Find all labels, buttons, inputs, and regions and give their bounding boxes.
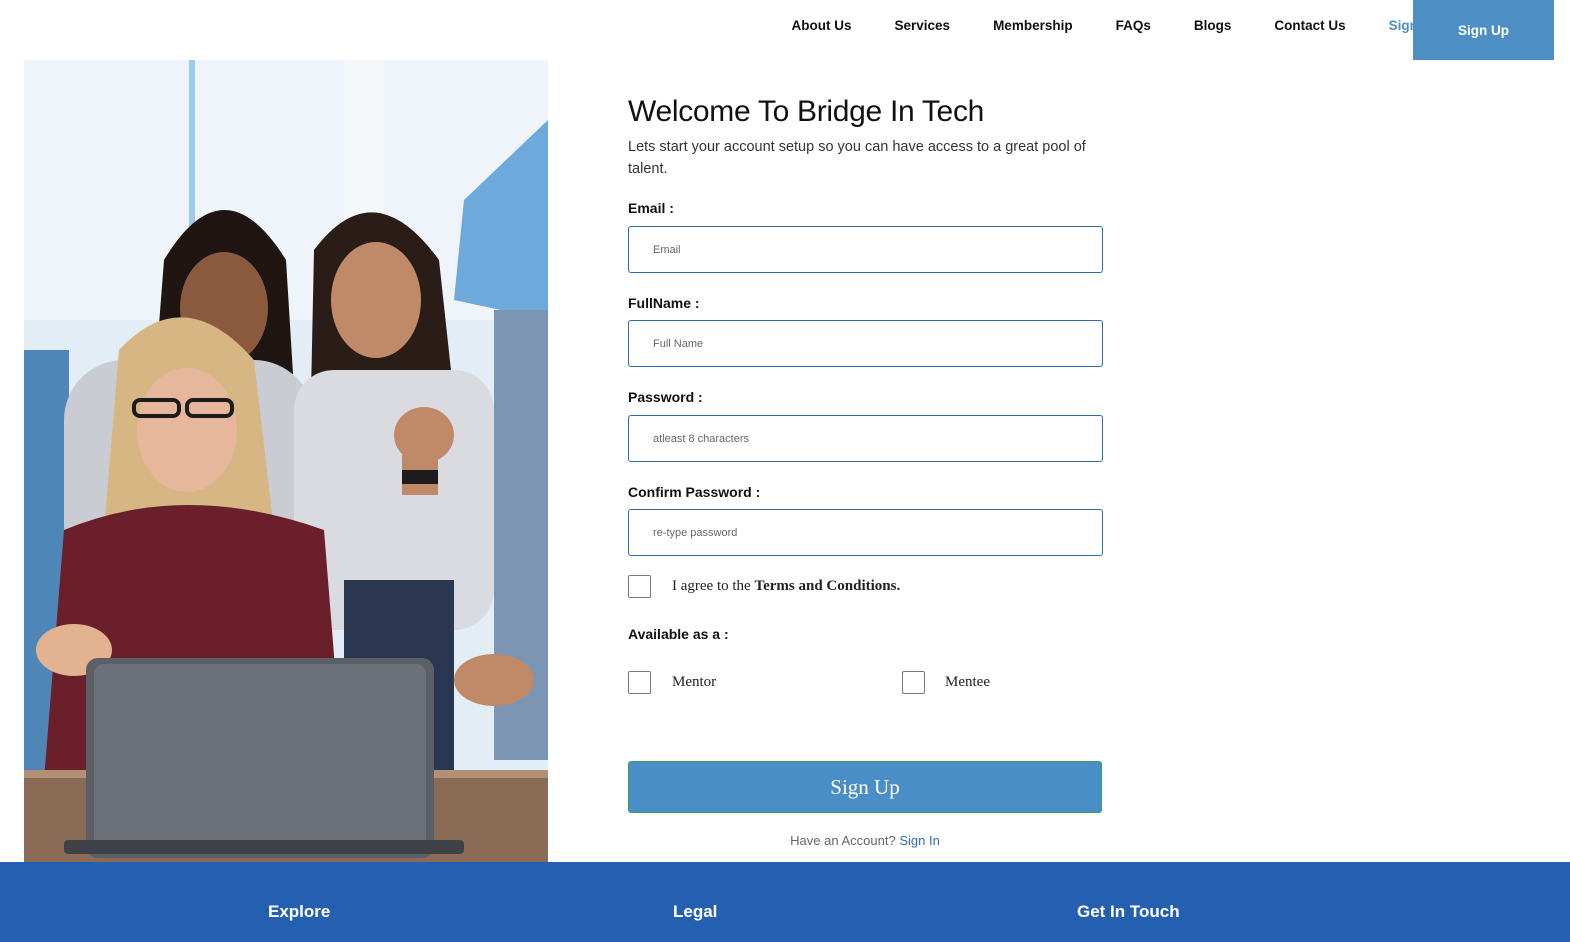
nav-services[interactable]: Services [873,18,972,33]
nav-sign-up-button[interactable]: Sign Up [1413,0,1554,60]
sign-in-link[interactable]: Sign In [899,833,939,848]
available-as-label: Available as a : [628,626,729,642]
footer-get-in-touch-heading: Get In Touch [1077,902,1180,921]
page-title: Welcome To Bridge In Tech [628,95,985,128]
fullname-field[interactable] [628,320,1103,367]
footer-legal-heading: Legal [673,902,718,921]
mentor-label: Mentor [672,674,717,690]
nav-about-us[interactable]: About Us [770,18,873,33]
nav-membership[interactable]: Membership [972,18,1095,33]
email-label: Email : [628,200,674,216]
confirm-password-field[interactable] [628,509,1103,556]
fullname-label: FullName : [628,295,700,311]
mentor-checkbox[interactable] [628,671,651,694]
terms-prefix: I agree to the [672,578,755,594]
terms-link[interactable]: Terms and Conditions. [754,578,900,594]
sign-up-submit-button[interactable]: Sign Up [628,761,1102,813]
nav-faqs[interactable]: FAQs [1094,18,1172,33]
have-account-text: Have an Account? [790,833,896,848]
have-account-row: Have an Account? Sign In [628,833,1102,848]
email-field[interactable] [628,226,1103,273]
top-nav: About Us Services Membership FAQs Blogs … [0,0,1570,60]
signup-form-header: Welcome To Bridge In Tech Lets start you… [628,90,1104,180]
nav-blogs[interactable]: Blogs [1172,18,1253,33]
confirm-password-label: Confirm Password : [628,484,761,500]
nav-contact-us[interactable]: Contact Us [1253,18,1367,33]
page-subtitle: Lets start your account setup so you can… [628,139,1086,177]
mentee-checkbox[interactable] [902,671,925,694]
footer: Explore Legal Get In Touch [0,862,1570,942]
footer-explore-heading: Explore [268,902,331,921]
password-field[interactable] [628,415,1103,462]
password-label: Password : [628,389,703,405]
terms-checkbox[interactable] [628,575,651,598]
mentee-label: Mentee [945,674,990,690]
terms-text: I agree to the Terms and Conditions. [672,578,900,595]
nav-links: About Us Services Membership FAQs Blogs … [770,0,1455,50]
hero-photo [24,60,548,862]
